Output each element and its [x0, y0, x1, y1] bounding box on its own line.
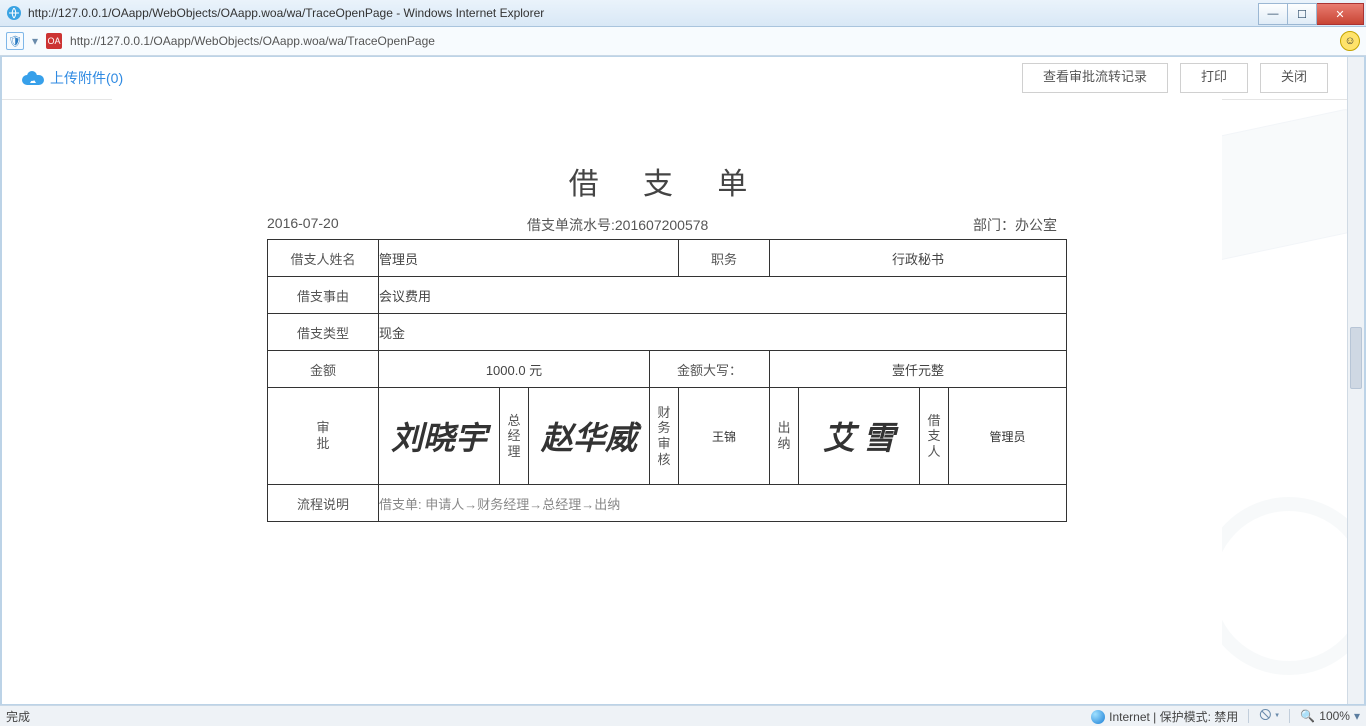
- label-gm: 总经理: [500, 388, 529, 485]
- zoom-control[interactable]: 🔍 100% ▾: [1300, 709, 1360, 723]
- value-amount: 1000.0 元: [379, 351, 650, 388]
- window-minimize-button[interactable]: —: [1258, 3, 1288, 25]
- label-name: 借支人姓名: [268, 240, 379, 277]
- label-flow: 流程说明: [268, 485, 379, 522]
- print-button[interactable]: 打印: [1180, 63, 1248, 93]
- label-finance: 财务审核: [650, 388, 679, 485]
- site-favicon-icon: OA: [46, 33, 62, 49]
- label-borrower: 借支人: [920, 388, 949, 485]
- value-type: 现金: [379, 314, 1067, 351]
- security-shield-icon[interactable]: 🛡: [6, 32, 24, 50]
- signature-3: 王锦: [679, 388, 770, 485]
- form-dept: 部门：办公室: [847, 215, 1067, 235]
- window-close-button[interactable]: ✕: [1317, 3, 1364, 25]
- view-history-button[interactable]: 查看审批流转记录: [1022, 63, 1168, 93]
- window-title: http://127.0.0.1/OAapp/WebObjects/OAapp.…: [28, 6, 1258, 20]
- form-date: 2016-07-20: [267, 215, 527, 235]
- action-bar: 上传附件(0) 查看审批流转记录 打印 关闭: [2, 57, 1348, 100]
- chevron-down-icon: ▾: [1354, 709, 1360, 723]
- label-amount: 金额: [268, 351, 379, 388]
- signature-5: 管理员: [949, 388, 1067, 485]
- value-position: 行政秘书: [770, 240, 1067, 277]
- status-bar: 完成 Internet | 保护模式: 禁用 🛇 ▾ 🔍 100% ▾: [0, 705, 1366, 726]
- globe-icon: [1091, 710, 1105, 724]
- signature-1: 刘晓宇: [379, 388, 500, 485]
- window-maximize-button[interactable]: ☐: [1288, 3, 1317, 25]
- zoom-icon: 🔍: [1300, 709, 1315, 723]
- zoom-value: 100%: [1319, 709, 1350, 723]
- loan-form: 借 支 单 2016-07-20 借支单流水号:201607200578 部门：…: [267, 159, 1067, 522]
- form-title: 借 支 单: [267, 159, 1067, 203]
- value-amount-cn: 壹仟元整: [770, 351, 1067, 388]
- form-serial: 借支单流水号:201607200578: [527, 215, 847, 235]
- close-button[interactable]: 关闭: [1260, 63, 1328, 93]
- label-type: 借支类型: [268, 314, 379, 351]
- value-reason: 会议费用: [379, 277, 1067, 314]
- label-amount-cn: 金额大写：: [650, 351, 770, 388]
- label-position: 职务: [679, 240, 770, 277]
- address-bar-row: 🛡 ▾ OA http://127.0.0.1/OAapp/WebObjects…: [0, 27, 1366, 56]
- internet-zone[interactable]: Internet | 保护模式: 禁用: [1091, 708, 1238, 725]
- window-titlebar: http://127.0.0.1/OAapp/WebObjects/OAapp.…: [0, 0, 1366, 27]
- vertical-scrollbar[interactable]: [1347, 57, 1364, 704]
- cloud-upload-icon: [22, 71, 44, 85]
- dropdown-icon[interactable]: ▾: [32, 34, 38, 48]
- status-text: 完成: [6, 708, 1081, 725]
- protection-mode-icon[interactable]: 🛇 ▾: [1259, 706, 1279, 727]
- signature-4: 艾 雪: [799, 388, 920, 485]
- upload-label: 上传附件(0): [50, 68, 123, 88]
- label-approval: 审 批: [268, 388, 379, 485]
- address-bar[interactable]: http://127.0.0.1/OAapp/WebObjects/OAapp.…: [70, 34, 1332, 48]
- smiley-icon[interactable]: ☺: [1340, 31, 1360, 51]
- upload-attachment-link[interactable]: 上传附件(0): [22, 68, 123, 88]
- ie-icon: [6, 5, 22, 21]
- label-reason: 借支事由: [268, 277, 379, 314]
- value-flow: 借支单: 申请人→财务经理→总经理→出纳: [379, 485, 1067, 522]
- signature-2: 赵华威: [529, 388, 650, 485]
- value-name: 管理员: [379, 240, 679, 277]
- label-cashier: 出纳: [770, 388, 799, 485]
